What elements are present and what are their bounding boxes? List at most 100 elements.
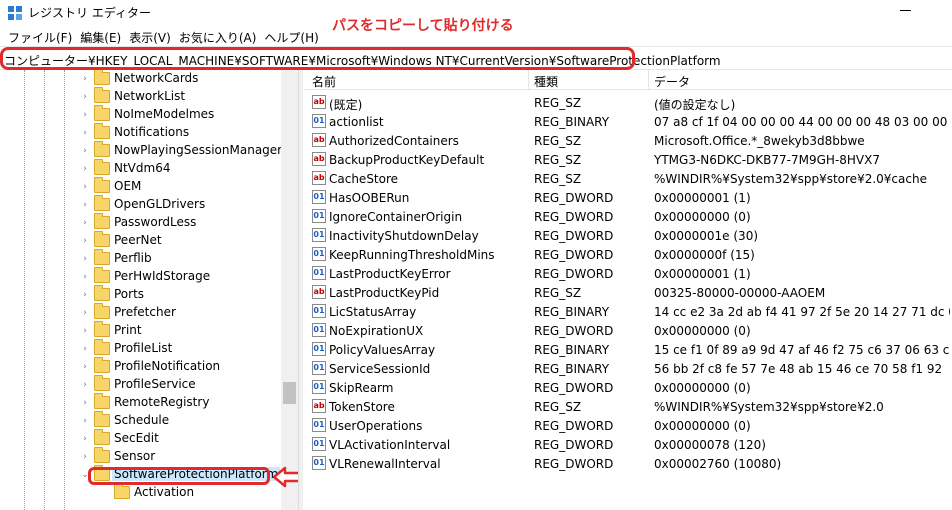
chevron-right-icon[interactable]: ›: [80, 308, 90, 318]
menu-help[interactable]: ヘルプ(H): [262, 26, 324, 46]
menu-edit[interactable]: 編集(E): [78, 26, 127, 46]
chevron-right-icon[interactable]: ›: [80, 218, 90, 228]
key-tree[interactable]: › NetworkCards › NetworkList › NoImeModelmes ›…: [0, 70, 298, 510]
tree-item[interactable]: › Print: [80, 321, 290, 340]
tree-item[interactable]: › RemoteRegistry: [80, 393, 290, 412]
value-row[interactable]: 01 NoExpirationUX REG_DWORD 0x00000000 (0): [304, 321, 952, 340]
column-header-type[interactable]: 種類: [534, 73, 558, 90]
chevron-right-icon[interactable]: ›: [80, 452, 90, 462]
value-row[interactable]: ab AuthorizedContainers REG_SZ Microsoft.Of…: [304, 131, 952, 150]
value-row[interactable]: 01 SkipRearm REG_DWORD 0x00000000 (0): [304, 378, 952, 397]
tree-item[interactable]: › SecEdit: [80, 429, 290, 448]
value-row[interactable]: ab BackupProductKeyDefault REG_SZ YTMG3-N6D…: [304, 150, 952, 169]
value-name: VLRenewalInterval: [329, 457, 441, 471]
chevron-right-icon[interactable]: ›: [80, 128, 90, 138]
chevron-right-icon[interactable]: ›: [80, 344, 90, 354]
value-row[interactable]: 01 PolicyValuesArray REG_BINARY 15 ce f1 0f…: [304, 340, 952, 359]
chevron-right-icon[interactable]: ›: [80, 326, 90, 336]
chevron-right-icon[interactable]: ›: [80, 164, 90, 174]
tree-item[interactable]: › NetworkList: [80, 87, 290, 106]
column-header-data[interactable]: データ: [654, 73, 690, 90]
value-data: 0x00000001 (1): [654, 267, 751, 281]
value-row[interactable]: 01 LastProductKeyError REG_DWORD 0x00000001…: [304, 264, 952, 283]
column-header-name[interactable]: 名前: [312, 73, 336, 90]
chevron-right-icon[interactable]: ›: [80, 398, 90, 408]
string-value-icon: ab: [312, 152, 326, 166]
tree-item[interactable]: › ProfileService: [80, 375, 290, 394]
tree-item[interactable]: › NtVdm64: [80, 159, 290, 178]
value-row[interactable]: 01 InactivityShutdownDelay REG_DWORD 0x0000…: [304, 226, 952, 245]
tree-item[interactable]: › PeerNet: [80, 231, 290, 250]
value-row[interactable]: 01 actionlist REG_BINARY 07 a8 cf 1f 04 00 …: [304, 112, 952, 131]
chevron-right-icon[interactable]: ›: [80, 272, 90, 282]
tree-scrollbar-thumb[interactable]: [283, 382, 296, 404]
pane-splitter[interactable]: [298, 70, 303, 510]
column-separator[interactable]: [648, 70, 649, 90]
chevron-right-icon[interactable]: ›: [80, 74, 90, 84]
tree-item[interactable]: › ProfileList: [80, 339, 290, 358]
value-data: (値の設定なし): [654, 98, 736, 112]
tree-item[interactable]: › PasswordLess: [80, 213, 290, 232]
tree-item[interactable]: › Perflib: [80, 249, 290, 268]
folder-icon: [94, 70, 110, 85]
value-row[interactable]: ab LastProductKeyPid REG_SZ 00325-80000-000…: [304, 283, 952, 302]
tree-item[interactable]: › NetworkCards: [80, 70, 290, 88]
tree-scrollbar[interactable]: [281, 70, 298, 510]
menu-file[interactable]: ファイル(F): [6, 26, 78, 46]
value-row[interactable]: ab CacheStore REG_SZ %WINDIR%¥System32¥spp¥…: [304, 169, 952, 188]
tree-item[interactable]: › Prefetcher: [80, 303, 290, 322]
tree-item-label: NetworkList: [114, 89, 186, 103]
chevron-right-icon[interactable]: ›: [80, 200, 90, 210]
minimize-button[interactable]: [896, 2, 916, 20]
list-header: 名前 種類 データ: [304, 70, 952, 90]
tree-item-label: SecEdit: [114, 431, 159, 445]
menu-bar: ファイル(F) 編集(E) 表示(V) お気に入り(A) ヘルプ(H): [0, 26, 952, 46]
chevron-right-icon[interactable]: ›: [80, 434, 90, 444]
value-row[interactable]: 01 VLActivationInterval REG_DWORD 0x0000007…: [304, 435, 952, 454]
value-list[interactable]: 名前 種類 データ ab (既定) REG_SZ (値の設定なし) 01 actionli…: [304, 70, 952, 510]
tree-item[interactable]: › Ports: [80, 285, 290, 304]
chevron-right-icon[interactable]: ›: [80, 110, 90, 120]
tree-item[interactable]: › ProfileNotification: [80, 357, 290, 376]
menu-favorites[interactable]: お気に入り(A): [177, 26, 263, 46]
value-type: REG_SZ: [534, 96, 582, 110]
menu-view[interactable]: 表示(V): [127, 26, 177, 46]
value-type: REG_DWORD: [534, 210, 614, 224]
chevron-right-icon[interactable]: ›: [80, 92, 90, 102]
value-type: REG_BINARY: [534, 115, 610, 129]
tree-item[interactable]: › NowPlayingSessionManager: [80, 141, 290, 160]
tree-item-label: ProfileService: [114, 377, 196, 391]
value-row[interactable]: 01 VLRenewalInterval REG_DWORD 0x00002760 (…: [304, 454, 952, 473]
tree-item[interactable]: Activation: [100, 483, 298, 502]
value-name: KeepRunningThresholdMins: [329, 248, 495, 262]
value-row[interactable]: ab (既定) REG_SZ (値の設定なし): [304, 93, 952, 112]
chevron-right-icon[interactable]: ›: [80, 362, 90, 372]
value-type: REG_DWORD: [534, 419, 614, 433]
chevron-right-icon[interactable]: ›: [80, 380, 90, 390]
value-row[interactable]: 01 HasOOBERun REG_DWORD 0x00000001 (1): [304, 188, 952, 207]
value-row[interactable]: ab TokenStore REG_SZ %WINDIR%¥System32¥spp¥…: [304, 397, 952, 416]
tree-item[interactable]: › Sensor: [80, 447, 290, 466]
value-row[interactable]: 01 LicStatusArray REG_BINARY 14 cc e2 3a 2d…: [304, 302, 952, 321]
chevron-right-icon[interactable]: ›: [80, 146, 90, 156]
chevron-right-icon[interactable]: ›: [80, 236, 90, 246]
chevron-right-icon[interactable]: ›: [80, 182, 90, 192]
value-row[interactable]: 01 UserOperations REG_DWORD 0x00000000 (0): [304, 416, 952, 435]
value-row[interactable]: 01 IgnoreContainerOrigin REG_DWORD 0x000000…: [304, 207, 952, 226]
tree-item[interactable]: › Schedule: [80, 411, 290, 430]
tree-item[interactable]: › PerHwIdStorage: [80, 267, 290, 286]
tree-item[interactable]: › NoImeModelmes: [80, 105, 290, 124]
column-separator[interactable]: [528, 70, 529, 90]
tree-item[interactable]: › OpenGLDrivers: [80, 195, 290, 214]
tree-item[interactable]: › OEM: [80, 177, 290, 196]
chevron-right-icon[interactable]: ›: [80, 290, 90, 300]
value-type: REG_SZ: [534, 153, 582, 167]
value-row[interactable]: 01 KeepRunningThresholdMins REG_DWORD 0x000…: [304, 245, 952, 264]
folder-icon: [94, 249, 110, 265]
chevron-right-icon[interactable]: ›: [80, 416, 90, 426]
value-row[interactable]: 01 ServiceSessionId REG_BINARY 56 bb 2f c8 …: [304, 359, 952, 378]
value-name: TokenStore: [329, 400, 395, 414]
chevron-right-icon[interactable]: ›: [80, 254, 90, 264]
tree-item[interactable]: › Notifications: [80, 123, 290, 142]
chevron-right-icon[interactable]: [100, 488, 110, 498]
